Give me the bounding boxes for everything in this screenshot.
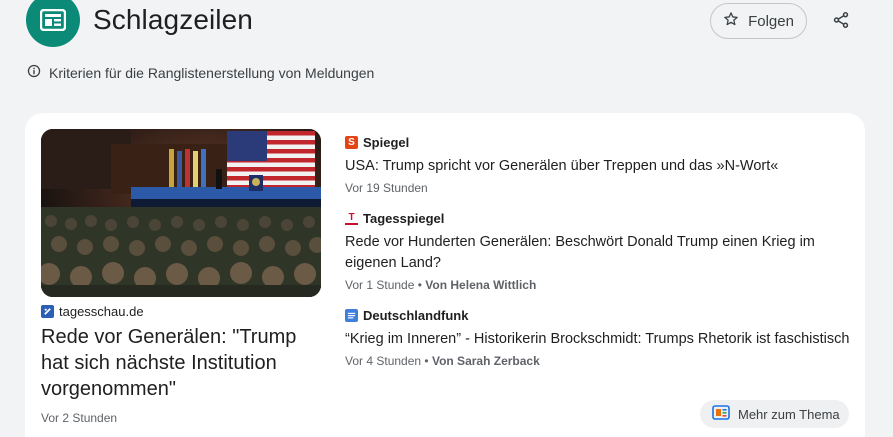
share-button[interactable] (829, 10, 853, 34)
story-source: S Spiegel (345, 135, 855, 150)
story-item: T Tagesspiegel Rede vor Hunderten Generä… (345, 211, 855, 292)
story-cluster-card: tagesschau.de Rede vor Generälen: "Trump… (25, 113, 865, 437)
story-author[interactable]: Von Sarah Zerback (432, 354, 540, 368)
main-story-headline[interactable]: Rede vor Generälen: "Trump hat sich näch… (41, 324, 311, 402)
criteria-text: Kriterien für die Ranglistenerstellung v… (49, 64, 375, 81)
info-icon (27, 64, 41, 81)
tagesspiegel-logo-icon: T (345, 212, 358, 225)
story-source-name: Spiegel (363, 135, 410, 150)
newspaper-icon (26, 0, 80, 47)
more-on-topic-label: Mehr zum Thema (738, 406, 840, 422)
story-source: Deutschlandfunk (345, 308, 855, 323)
follow-button[interactable]: Folgen (710, 3, 807, 39)
story-source-name: Deutschlandfunk (363, 308, 469, 323)
share-icon (832, 11, 850, 34)
star-outline-icon (723, 11, 739, 31)
story-author[interactable]: Von Helena Wittlich (425, 278, 536, 292)
story-headline[interactable]: “Krieg im Inneren” - Historikerin Brocks… (345, 329, 855, 350)
story-time: Vor 1 Stunde (345, 278, 415, 292)
tagesschau-logo-icon (41, 305, 54, 318)
story-source: T Tagesspiegel (345, 211, 855, 226)
story-meta: Vor 1 Stunde • Von Helena Wittlich (345, 278, 537, 292)
story-time: Vor 4 Stunden (345, 354, 422, 368)
topic-icon (712, 404, 730, 424)
story-item: Deutschlandfunk “Krieg im Inneren” - His… (345, 308, 855, 368)
story-meta: Vor 19 Stunden (345, 181, 855, 195)
main-story-time: Vor 2 Stunden (41, 411, 118, 425)
story-headline[interactable]: USA: Trump spricht vor Generälen über Tr… (345, 156, 855, 177)
deutschlandfunk-logo-icon (345, 309, 358, 322)
story-time: Vor 19 Stunden (345, 181, 428, 195)
page-title: Schlagzeilen (93, 4, 253, 35)
story-image[interactable] (41, 129, 321, 297)
headlines-page: Schlagzeilen Folgen Kriterien für die Ra… (0, 0, 893, 437)
follow-label: Folgen (748, 12, 794, 30)
story-item: S Spiegel USA: Trump spricht vor Generäl… (345, 135, 855, 195)
main-story-source-name: tagesschau.de (59, 304, 144, 319)
ranking-criteria-link[interactable]: Kriterien für die Ranglistenerstellung v… (27, 64, 374, 81)
story-source-name: Tagesspiegel (363, 211, 445, 226)
story-meta: Vor 4 Stunden • Von Sarah Zerback (345, 354, 540, 368)
more-on-topic-button[interactable]: Mehr zum Thema (700, 400, 849, 428)
story-headline[interactable]: Rede vor Hunderten Generälen: Beschwört … (345, 232, 855, 274)
main-story-source: tagesschau.de (41, 304, 144, 319)
spiegel-logo-icon: S (345, 136, 358, 149)
